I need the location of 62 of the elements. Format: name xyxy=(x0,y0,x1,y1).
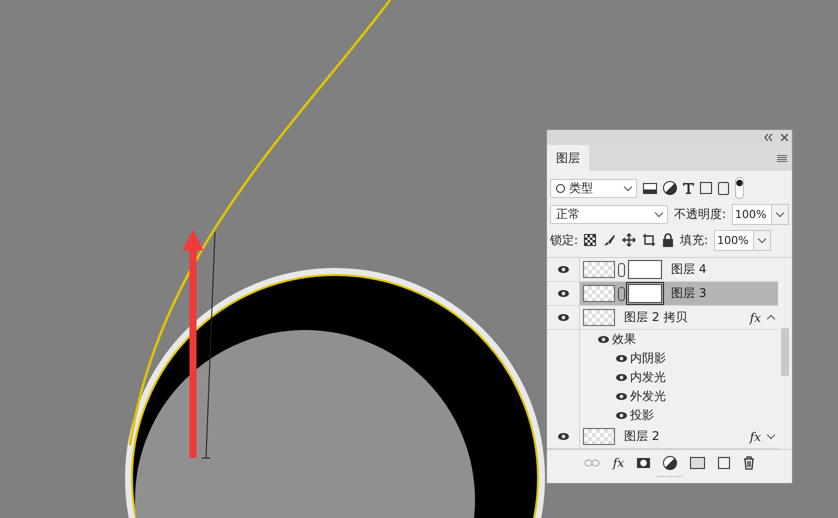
move-icon[interactable] xyxy=(622,233,636,248)
eye-icon[interactable] xyxy=(616,393,627,400)
checker-thumbnail xyxy=(583,285,615,302)
layer-row[interactable]: 图层 2 fx xyxy=(580,425,778,448)
chain-icon xyxy=(618,286,625,301)
image-icon[interactable] xyxy=(643,182,657,194)
layer-name: 图层 2 拷贝 xyxy=(624,309,688,326)
eye-icon[interactable] xyxy=(558,433,568,440)
scrollbar-thumb[interactable] xyxy=(781,328,789,376)
adjustment-icon[interactable] xyxy=(663,456,678,470)
adjustment-icon[interactable] xyxy=(663,181,677,196)
eye-icon[interactable] xyxy=(616,374,627,382)
layer-row[interactable]: 图层 3 xyxy=(580,282,778,306)
checker-thumbnail xyxy=(583,428,615,446)
fill-field[interactable]: 100% xyxy=(714,230,754,251)
fx-label: fx xyxy=(750,430,761,444)
shape-icon[interactable] xyxy=(700,182,712,194)
effects-label: 效果 xyxy=(612,331,636,348)
effect-name[interactable]: 内阴影 xyxy=(630,350,666,368)
mask-icon[interactable] xyxy=(637,458,650,468)
opacity-dropdown-button[interactable] xyxy=(771,204,789,225)
eye-icon[interactable] xyxy=(616,412,627,420)
layer-name: 图层 3 xyxy=(671,285,706,302)
filter-value: 类型 xyxy=(569,180,593,197)
eye-icon[interactable] xyxy=(558,290,568,298)
checker-icon[interactable] xyxy=(584,234,596,246)
layer-row[interactable]: 图层 2 拷贝 fx xyxy=(580,306,778,330)
brush-icon[interactable] xyxy=(602,233,616,248)
fx-button[interactable]: fx xyxy=(612,456,624,470)
blend-mode-dropdown[interactable]: 正常 xyxy=(550,204,668,224)
fill-dropdown-button[interactable] xyxy=(753,230,772,251)
chain-icon xyxy=(618,262,625,277)
collapse-icon[interactable] xyxy=(764,134,773,142)
filter-dropdown[interactable]: 类型 xyxy=(550,178,637,198)
effect-name[interactable]: 内发光 xyxy=(630,369,666,386)
effect-name[interactable]: 外发光 xyxy=(630,388,666,406)
menu-icon[interactable] xyxy=(777,154,787,162)
eye-icon[interactable] xyxy=(558,314,568,322)
new-layer-icon[interactable] xyxy=(718,457,730,470)
fill-label: 填充: xyxy=(680,232,708,249)
close-icon[interactable] xyxy=(781,134,788,142)
type-icon[interactable] xyxy=(683,182,694,194)
eye-icon[interactable] xyxy=(616,355,627,362)
trash-icon[interactable] xyxy=(743,456,756,470)
checker-thumbnail xyxy=(583,309,615,326)
lock-label: 锁定: xyxy=(550,232,578,249)
effect-name[interactable]: 投影 xyxy=(630,407,654,424)
blend-mode-value: 正常 xyxy=(556,206,580,223)
crop-icon[interactable] xyxy=(642,233,656,248)
layer-row[interactable]: 图层 4 xyxy=(580,258,778,282)
eye-icon[interactable] xyxy=(598,336,609,344)
fx-label: fx xyxy=(750,310,761,325)
opacity-label: 不透明度: xyxy=(674,206,726,223)
filter-toggle[interactable] xyxy=(735,177,744,200)
folder-icon[interactable] xyxy=(690,457,706,470)
layer-name: 图层 2 xyxy=(624,428,660,446)
eye-icon[interactable] xyxy=(558,266,568,274)
checker-thumbnail xyxy=(583,261,615,278)
layer-name: 图层 4 xyxy=(671,261,706,278)
opacity-field[interactable]: 100% xyxy=(732,204,772,225)
layers-tab[interactable]: 图层 xyxy=(547,145,589,172)
lock-icon[interactable] xyxy=(662,233,674,248)
